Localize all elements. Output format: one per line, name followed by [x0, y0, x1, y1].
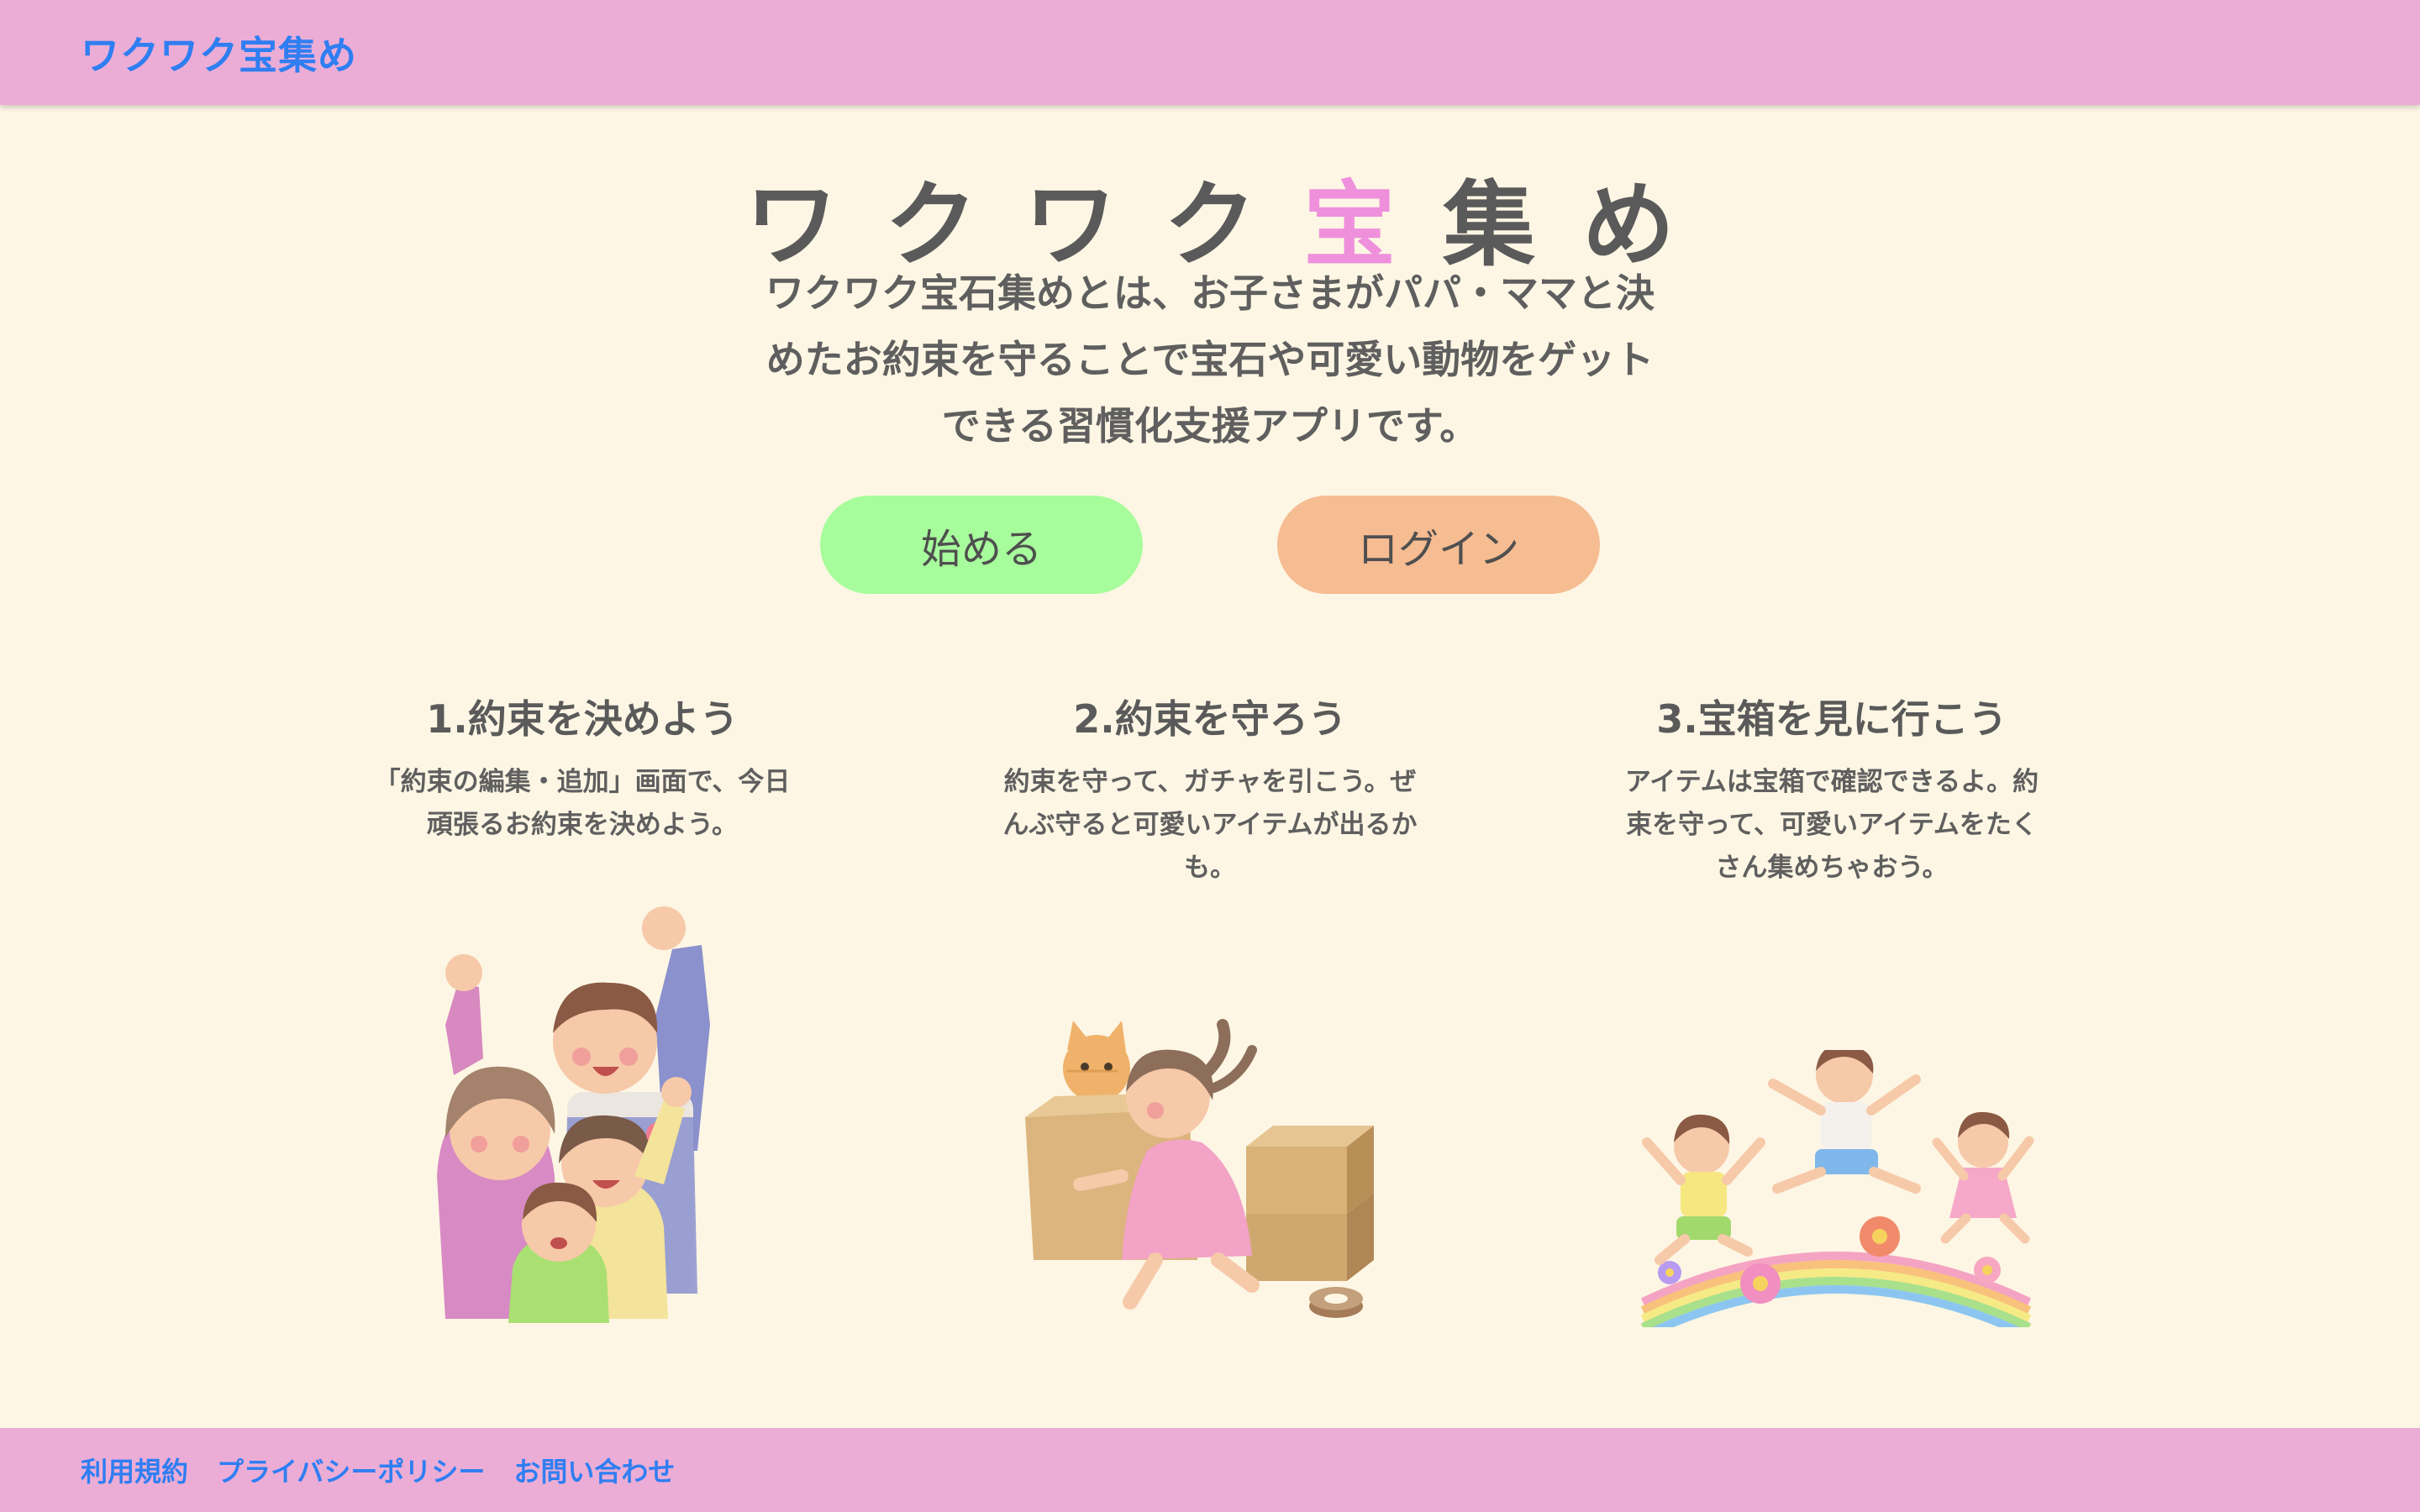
- step-text: 約束を守って、ガチャを引こう。ぜんぶ守ると可愛いアイテムが出るかも。: [1002, 767, 1418, 883]
- step-card-2: 2.約束を守ろう 約束を守って、ガチャを引こう。ぜんぶ守ると可愛いアイテムが出る…: [975, 689, 1445, 890]
- header-bar: ワクワク宝集め: [0, 0, 2420, 105]
- children-jumping-on-rainbow-illustration: [1640, 1050, 2034, 1327]
- contact-link[interactable]: お問い合わせ: [513, 1451, 675, 1489]
- start-button[interactable]: 始める: [820, 496, 1143, 594]
- footer-bar: 利用規約 プライバシーポリシー お問い合わせ: [0, 1428, 2420, 1512]
- step-text: アイテムは宝箱で確認できるよ。約束を守って、可愛いアイテムをたくさん集めちゃおう…: [1624, 767, 2039, 883]
- login-button[interactable]: ログイン: [1277, 496, 1600, 594]
- step-title: 2.約束を守ろう: [1073, 696, 1347, 742]
- step-card-3: 3.宝箱を見に行こう アイテムは宝箱で確認できるよ。約束を守って、可愛いアイテム…: [1597, 689, 2067, 890]
- terms-link[interactable]: 利用規約: [81, 1451, 188, 1489]
- brand-logo-link[interactable]: ワクワク宝集め: [81, 25, 357, 81]
- step-card-1: 1.約束を決めよう 「約束の編集・追加」画面で、今日頑張るお約束を決めよう。: [347, 689, 818, 847]
- step-text: 「約束の編集・追加」画面で、今日頑張るお約束を決めよう。: [374, 767, 791, 840]
- hero-description: ワクワク宝石集めとは、お子さまがパパ・ママと決めたお約束を守ることで宝石や可愛い…: [765, 270, 1655, 449]
- family-cheering-illustration: [437, 906, 710, 1323]
- girl-carrying-box-with-cat-illustration: [1025, 1019, 1374, 1318]
- privacy-policy-link[interactable]: プライバシーポリシー: [217, 1451, 485, 1489]
- step-title: 3.宝箱を見に行こう: [1656, 696, 2007, 742]
- step-title: 1.約束を決めよう: [426, 696, 739, 742]
